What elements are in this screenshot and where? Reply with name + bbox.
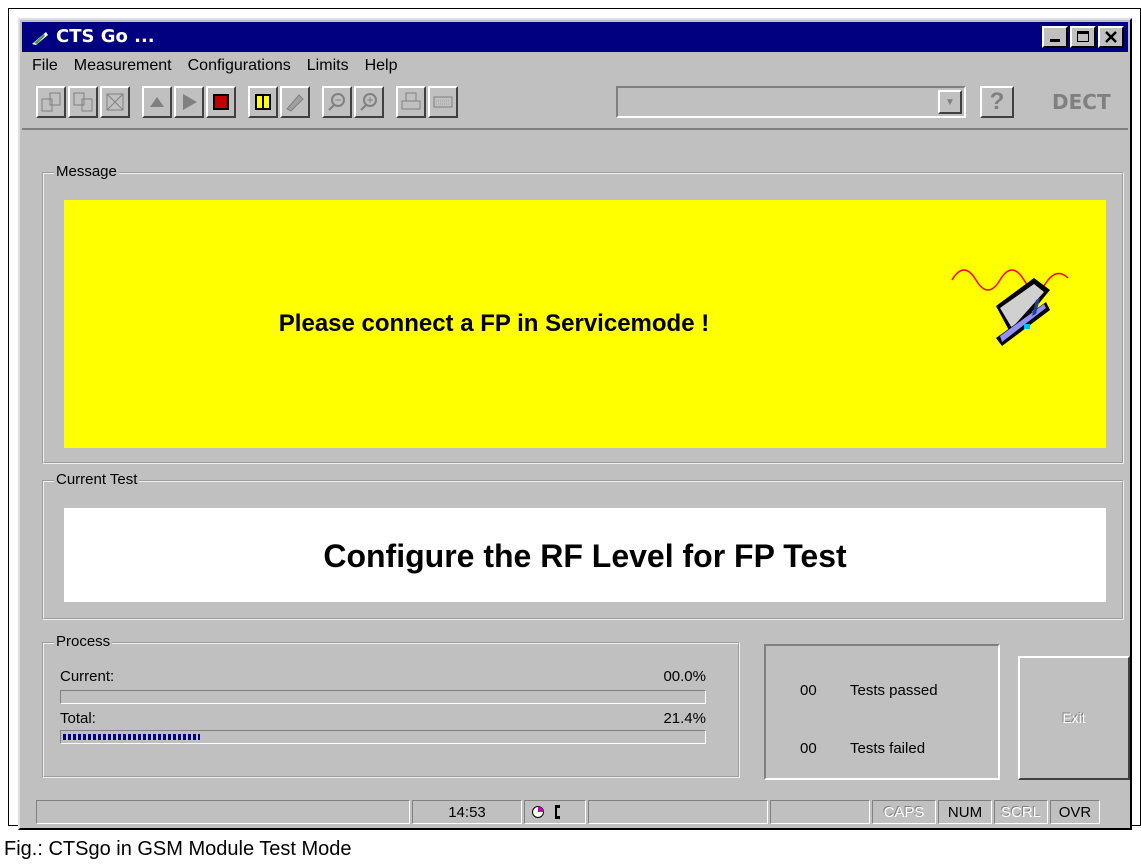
current-test-text: Configure the RF Level for FP Test (323, 538, 847, 574)
status-time: 14:53 (412, 800, 522, 824)
step-button[interactable] (142, 86, 172, 118)
settings-icon (286, 94, 304, 112)
zoom-out-button[interactable] (322, 86, 352, 118)
message-group: Message Please connect a FP in Servicemo… (42, 163, 1124, 464)
pause-icon (255, 94, 271, 110)
save-button[interactable] (68, 86, 98, 118)
total-progress-label: Total: (60, 710, 96, 727)
clock-icon (532, 806, 544, 818)
stop-button[interactable] (206, 86, 236, 118)
step-icon (150, 97, 164, 107)
status-scrl: SCRL (994, 800, 1048, 824)
process-group-label: Process (54, 633, 113, 650)
save-icon (73, 92, 93, 112)
load-icon (41, 92, 61, 112)
delete-button[interactable] (100, 86, 130, 118)
message-panel: Please connect a FP in Servicemode ! (64, 200, 1106, 448)
fixed-part-device-icon (951, 269, 1069, 346)
menu-help[interactable]: Help (365, 57, 398, 75)
minimize-button[interactable] (1042, 26, 1068, 48)
menu-file[interactable]: File (32, 57, 58, 75)
current-test-group-label: Current Test (54, 471, 140, 488)
keyboard-icon (433, 96, 453, 108)
status-bar: 14:53 CAPS NUM SCRL OVR (22, 796, 1128, 826)
stop-icon (213, 94, 229, 110)
pause-button[interactable] (248, 86, 278, 118)
load-button[interactable] (36, 86, 66, 118)
close-icon (1105, 31, 1117, 43)
menu-configurations[interactable]: Configurations (188, 57, 291, 75)
app-icon (32, 32, 48, 45)
current-test-group: Current Test Configure the RF Level for … (42, 471, 1124, 620)
message-text: Please connect a FP in Servicemode ! (278, 310, 710, 337)
results-panel: 00 Tests passed 00 Tests failed (764, 644, 1000, 780)
client-area: Message Please connect a FP in Servicemo… (22, 128, 1130, 788)
status-empty-cell-1 (588, 800, 768, 824)
zoom-out-icon (328, 93, 345, 111)
settings-button[interactable] (280, 86, 310, 118)
tests-passed-count: 00 (800, 682, 817, 699)
status-ovr: OVR (1050, 800, 1100, 824)
total-progress-value: 21.4% (663, 710, 706, 727)
chevron-down-icon[interactable]: ▼ (938, 90, 962, 114)
menu-bar: File Measurement Configurations Limits H… (22, 52, 1128, 80)
window-title: CTS Go ... (56, 26, 155, 47)
current-progress-bar (60, 690, 706, 704)
keyboard-button[interactable] (428, 86, 458, 118)
exit-button[interactable]: Exit (1018, 656, 1130, 780)
current-progress-value: 00.0% (663, 668, 706, 685)
figure-caption: Fig.: CTSgo in GSM Module Test Mode (4, 838, 352, 860)
status-empty-cell-2 (770, 800, 870, 824)
play-icon (183, 94, 197, 110)
total-progress-fill (63, 734, 200, 740)
phone-icon (555, 805, 560, 819)
help-button[interactable]: ? (980, 86, 1014, 118)
status-num: NUM (938, 800, 992, 824)
menu-measurement[interactable]: Measurement (74, 57, 172, 75)
zoom-in-icon (360, 93, 377, 111)
test-select-combo[interactable]: ▼ (616, 86, 966, 118)
tests-passed-label: Tests passed (850, 682, 938, 699)
status-caps: CAPS (872, 800, 936, 824)
delete-icon (106, 93, 124, 111)
maximize-button[interactable] (1070, 26, 1096, 48)
toolbar: ▼ ? DECT (22, 82, 1128, 126)
zoom-in-button[interactable] (354, 86, 384, 118)
app-window: CTS Go ... File Measurement Configuratio… (18, 18, 1132, 830)
status-icons (524, 800, 586, 824)
process-group: Process Current: 00.0% Total: 21.4% (42, 633, 740, 778)
close-button[interactable] (1098, 26, 1124, 48)
total-progress-bar (60, 730, 706, 744)
menu-limits[interactable]: Limits (307, 57, 349, 75)
current-test-panel: Configure the RF Level for FP Test (64, 508, 1106, 602)
tests-failed-count: 00 (800, 740, 817, 757)
mode-label: DECT (1052, 90, 1111, 114)
title-bar: CTS Go ... (22, 22, 1128, 52)
play-button[interactable] (174, 86, 204, 118)
status-message-cell (36, 800, 410, 824)
print-icon (401, 92, 421, 110)
current-progress-label: Current: (60, 668, 115, 685)
message-group-label: Message (54, 163, 119, 180)
print-button[interactable] (396, 86, 426, 118)
tests-failed-label: Tests failed (850, 740, 926, 757)
